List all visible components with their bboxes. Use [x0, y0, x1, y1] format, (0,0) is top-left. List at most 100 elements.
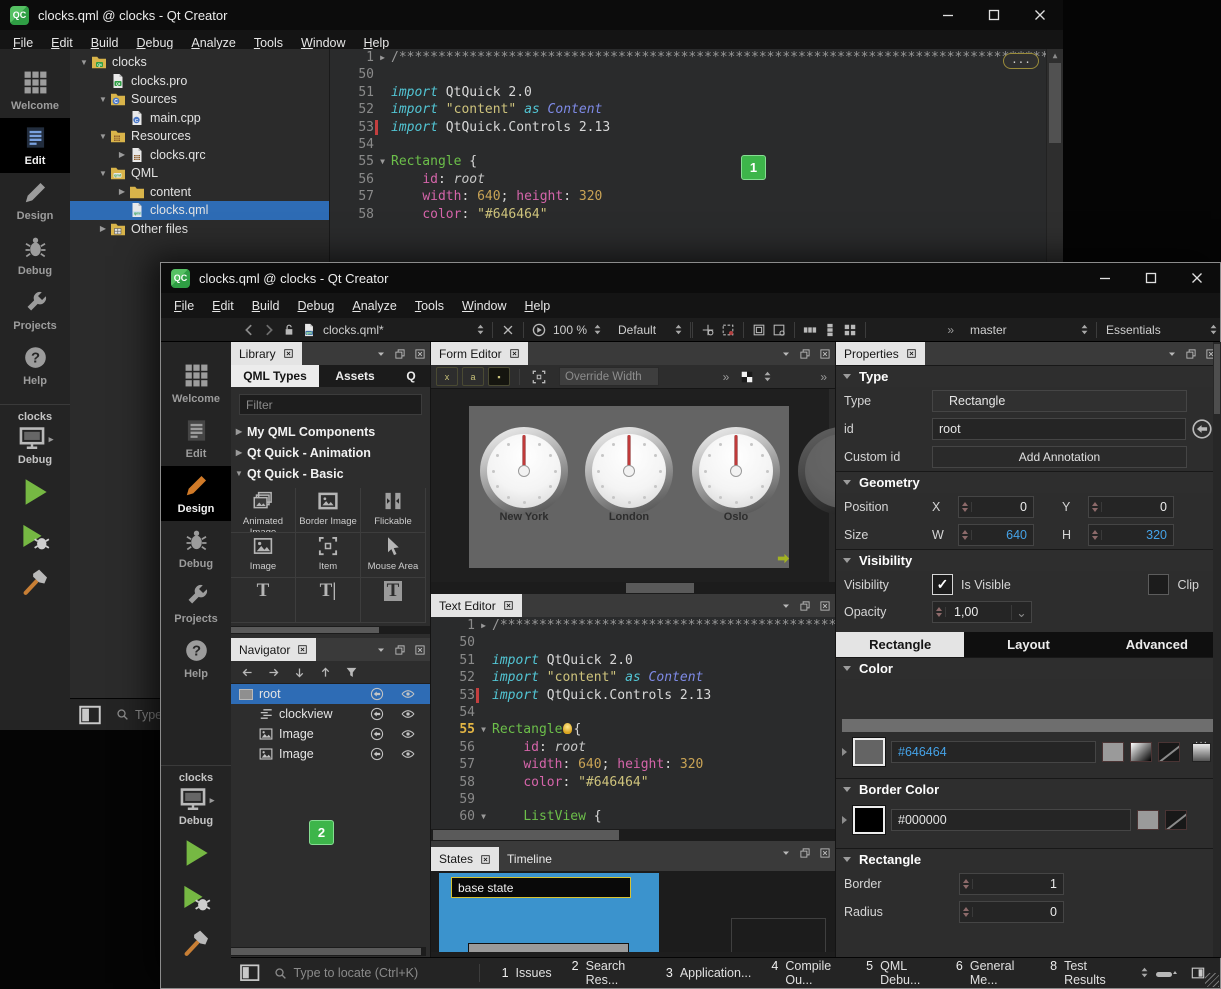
code-line[interactable]: 58 color: "#646464"	[431, 774, 835, 791]
code-line[interactable]: 51import QtQuick 2.0	[330, 84, 1063, 101]
move-down-icon[interactable]	[293, 666, 306, 679]
output-panes-updown-icon[interactable]	[1138, 966, 1151, 980]
snapping-button[interactable]: ▪	[488, 367, 510, 386]
select-only-icon[interactable]	[749, 321, 769, 339]
export-alias-icon[interactable]	[370, 727, 385, 742]
clock-oslo[interactable]	[692, 427, 780, 515]
toolbar-overflow[interactable]: »	[719, 370, 734, 384]
float-panel-icon[interactable]	[394, 644, 406, 656]
menu-tools[interactable]: Tools	[245, 36, 292, 50]
tree-item-qml[interactable]: ▼qmlQML	[70, 164, 329, 183]
tree-expand-icon[interactable]: ▼	[97, 169, 109, 178]
states-tab[interactable]: States	[431, 847, 499, 871]
menu-file[interactable]: File	[165, 299, 203, 313]
build-button[interactable]	[15, 563, 55, 601]
clock-london[interactable]	[585, 427, 673, 515]
color-palette-button[interactable]	[1192, 743, 1211, 762]
fold-marker[interactable]: ▼	[475, 721, 492, 738]
close-panel-icon[interactable]	[414, 348, 426, 360]
tree-item-content[interactable]: ▶content	[70, 183, 329, 202]
color-gradient-bar[interactable]	[842, 719, 1215, 732]
output-pane-compile-ou-[interactable]: 4Compile Ou...	[761, 959, 856, 987]
scroll-handle[interactable]	[1049, 63, 1061, 143]
snap-anchors-icon[interactable]	[698, 321, 718, 339]
move-left-icon[interactable]	[241, 666, 254, 679]
x-spinbox[interactable]: 0	[958, 496, 1034, 518]
perspective-selector[interactable]: Essentials	[1102, 323, 1207, 337]
close-panel-icon[interactable]	[414, 644, 426, 656]
snap-anchors-button[interactable]: a	[462, 367, 484, 386]
panel-menu-icon[interactable]	[376, 645, 386, 655]
no-snapping-button[interactable]: x	[436, 367, 458, 386]
float-panel-icon[interactable]	[1185, 348, 1197, 360]
library-tab-qml-types[interactable]: QML Types	[231, 365, 319, 387]
code-line[interactable]: 55▼Rectangle{	[431, 721, 835, 738]
tree-item-main-cpp[interactable]: Cmain.cpp	[70, 109, 329, 128]
close-icon[interactable]	[297, 644, 308, 655]
menu-tools[interactable]: Tools	[406, 299, 453, 313]
close-button[interactable]	[1017, 0, 1063, 30]
titlebar[interactable]: QC clocks.qml @ clocks - Qt Creator	[0, 0, 1063, 30]
no-border-button[interactable]	[1165, 810, 1187, 830]
type-section-header[interactable]: Type	[836, 365, 1221, 387]
code-line[interactable]: 56 id: root	[330, 171, 1063, 188]
library-group-qt-quick-animation[interactable]: ▶Qt Quick - Animation	[231, 442, 430, 463]
close-button[interactable]	[1174, 263, 1220, 293]
layout-column-icon[interactable]	[820, 321, 840, 339]
code-line[interactable]: 57 width: 640; height: 320	[431, 756, 835, 773]
show-bounding-rects-icon[interactable]	[718, 321, 738, 339]
tree-expand-icon[interactable]: ▶	[116, 187, 128, 196]
no-fill-button[interactable]	[1158, 742, 1180, 762]
export-alias-icon[interactable]	[370, 747, 385, 762]
output-pane-search-res-[interactable]: 2Search Res...	[562, 959, 656, 987]
mode-welcome[interactable]: Welcome	[0, 63, 70, 118]
git-branch-selector[interactable]: master	[958, 323, 1078, 337]
tree-item-clocks-qrc[interactable]: ▶clocks.qrc	[70, 146, 329, 165]
type-value[interactable]: Rectangle	[932, 390, 1187, 412]
panel-menu-icon[interactable]	[781, 848, 791, 858]
style-selector[interactable]: Default	[614, 323, 672, 337]
debug-run-button[interactable]	[15, 518, 55, 556]
run-preview-icon[interactable]	[529, 321, 549, 339]
fold-marker[interactable]: ▼	[475, 808, 492, 825]
forward-icon[interactable]	[259, 321, 279, 339]
menu-debug[interactable]: Debug	[289, 299, 344, 313]
component-image[interactable]: Image	[231, 533, 296, 578]
code-line[interactable]: 50	[431, 634, 835, 651]
component-border-image[interactable]: Border Image	[296, 488, 361, 533]
layout-grid-icon[interactable]	[840, 321, 860, 339]
visibility-eye-icon[interactable]	[401, 687, 416, 702]
scroll-up-arrow[interactable]: ▲	[1047, 49, 1063, 63]
navigator-filter-icon[interactable]	[345, 666, 358, 679]
close-panel-icon[interactable]	[819, 847, 831, 859]
code-line[interactable]: 1▶/*************************************…	[330, 49, 1063, 66]
background-checker-icon[interactable]	[737, 368, 757, 386]
mode-help[interactable]: ?Help	[161, 631, 231, 686]
back-icon[interactable]	[239, 321, 259, 339]
timeline-tab[interactable]: Timeline	[499, 847, 560, 871]
menu-edit[interactable]: Edit	[203, 299, 243, 313]
canvas-hscrollbar[interactable]	[431, 582, 835, 594]
width-spinbox[interactable]: 640	[958, 524, 1034, 546]
code-line[interactable]: 52import "content" as Content	[330, 101, 1063, 118]
mode-design[interactable]: Design	[161, 466, 231, 521]
close-icon[interactable]	[906, 348, 917, 359]
close-panel-icon[interactable]	[819, 348, 831, 360]
maximize-button[interactable]	[1128, 263, 1174, 293]
kit-selector[interactable]: ▸	[178, 786, 215, 815]
library-filter-input[interactable]	[239, 394, 422, 415]
properties-vscrollbar[interactable]	[1213, 342, 1221, 958]
close-panel-icon[interactable]	[819, 600, 831, 612]
build-progress-icon[interactable]	[1155, 966, 1177, 980]
fill-color-hex-input[interactable]	[891, 741, 1096, 763]
float-panel-icon[interactable]	[799, 847, 811, 859]
debug-run-button[interactable]	[176, 879, 216, 917]
tree-item-clocks[interactable]: ▼Qtclocks	[70, 53, 329, 72]
fill-color-swatch[interactable]	[853, 738, 885, 766]
solid-fill-button[interactable]	[1102, 742, 1124, 762]
border-color-hex-input[interactable]	[891, 809, 1131, 831]
open-document-selector[interactable]: clocks.qml*	[319, 323, 474, 337]
code-line[interactable]: 53import QtQuick.Controls 2.13	[431, 687, 835, 704]
form-editor-canvas[interactable]: New YorkLondonOslo	[431, 389, 835, 582]
menu-edit[interactable]: Edit	[42, 36, 82, 50]
